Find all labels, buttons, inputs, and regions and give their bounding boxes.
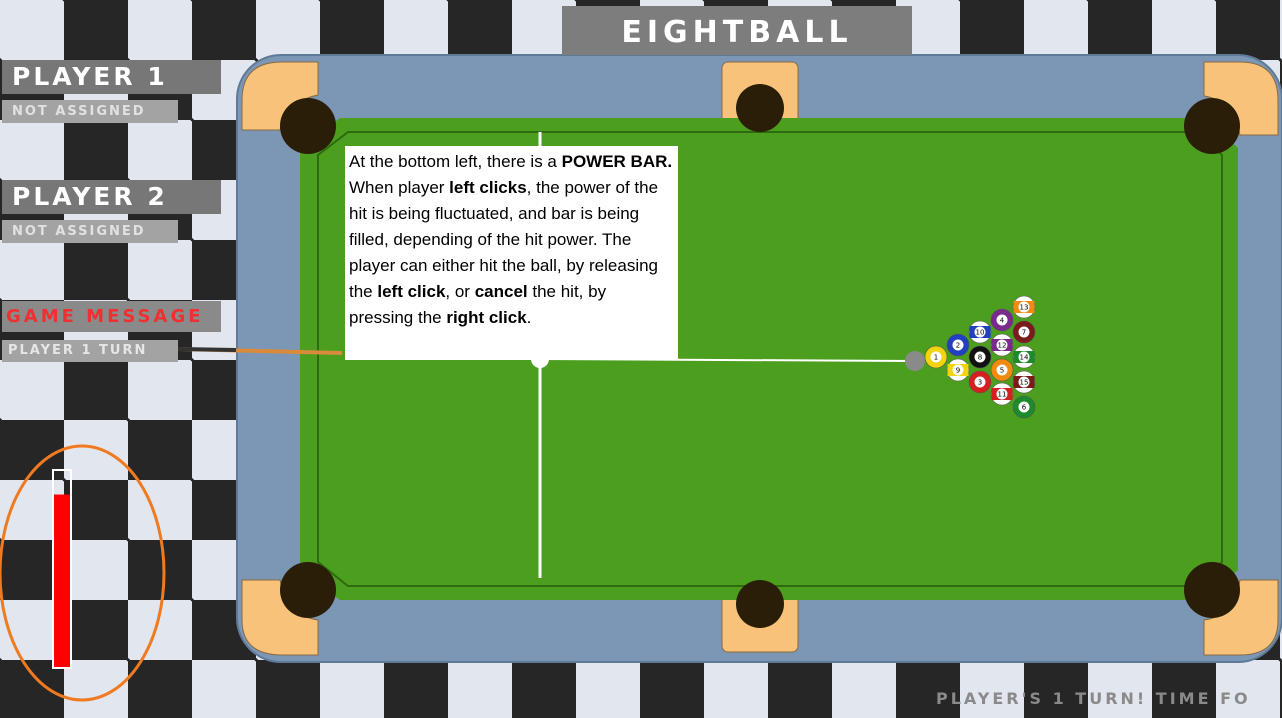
ball-5: 5 xyxy=(990,358,1014,382)
tooltip-segment: right click xyxy=(446,308,527,327)
ball-number: 7 xyxy=(1022,329,1026,337)
bottom-status-text: PLAYER'S 1 TURN! TIME FO xyxy=(936,689,1251,708)
ball-number: 6 xyxy=(1022,404,1027,412)
ball-1: 1 xyxy=(924,345,948,369)
tooltip-segment: cancel xyxy=(474,282,528,301)
ball-number: 9 xyxy=(956,367,960,375)
ball-2: 2 xyxy=(946,333,970,357)
tooltip-segment: POWER BAR. xyxy=(561,152,673,171)
pocket-bottom-middle xyxy=(736,580,784,628)
tooltip-segment: . xyxy=(526,308,532,327)
game-title: EIGHTBALL xyxy=(621,15,853,50)
ball-number: 4 xyxy=(1000,317,1005,325)
ball-number: 12 xyxy=(998,342,1007,350)
ball-number: 10 xyxy=(976,329,985,337)
pocket-top-middle xyxy=(736,84,784,132)
ball-9: 9 xyxy=(946,358,970,382)
player-1-name: PLAYER 1 xyxy=(2,60,221,94)
tooltip-segment: left clicks xyxy=(449,178,527,197)
ball-13: 13 xyxy=(1012,295,1036,319)
tooltip-segment: At the bottom left, there is a xyxy=(349,152,562,171)
ball-number: 3 xyxy=(978,379,982,387)
ball-14: 14 xyxy=(1012,345,1036,369)
pocket-bottom-left xyxy=(280,562,336,618)
ball-10: 10 xyxy=(968,320,992,344)
game-message-text: PLAYER 1 TURN xyxy=(2,340,178,362)
pocket-top-left xyxy=(280,98,336,154)
cue-ball[interactable] xyxy=(905,351,925,371)
ball-15: 15 xyxy=(1012,370,1036,394)
ball-number: 8 xyxy=(978,354,982,362)
tooltip-segment: , or xyxy=(445,282,475,301)
ball-number: 13 xyxy=(1020,304,1029,312)
ball-4: 4 xyxy=(990,308,1014,332)
ball-3: 3 xyxy=(968,370,992,394)
ball-number: 11 xyxy=(998,391,1007,399)
ball-12: 12 xyxy=(990,333,1014,357)
power-bar-highlight xyxy=(0,444,166,702)
ball-11: 11 xyxy=(990,382,1014,406)
cue-stick-butt xyxy=(177,347,237,352)
game-message-title: GAME MESSAGE xyxy=(2,301,221,332)
ball-number: 2 xyxy=(956,342,960,350)
ball-8: 8 xyxy=(968,345,992,369)
tooltip-segment: left click xyxy=(377,282,446,301)
ball-number: 5 xyxy=(1000,367,1004,375)
player-2-status: NOT ASSIGNED xyxy=(2,220,178,243)
pocket-bottom-right xyxy=(1184,562,1240,618)
ball-number: 1 xyxy=(934,354,938,362)
ball-number: 14 xyxy=(1020,354,1029,362)
player-2-name: PLAYER 2 xyxy=(2,180,221,214)
title-plate: EIGHTBALL xyxy=(562,6,912,55)
tooltip-segment: When player xyxy=(349,178,450,197)
ball-6: 6 xyxy=(1012,395,1036,419)
player-1-status: NOT ASSIGNED xyxy=(2,100,178,123)
power-bar-fill xyxy=(54,494,70,667)
ball-7: 7 xyxy=(1012,320,1036,344)
pocket-top-right xyxy=(1184,98,1240,154)
instruction-tooltip: At the bottom left, there is a POWER BAR… xyxy=(345,146,678,360)
ball-number: 15 xyxy=(1020,379,1029,387)
